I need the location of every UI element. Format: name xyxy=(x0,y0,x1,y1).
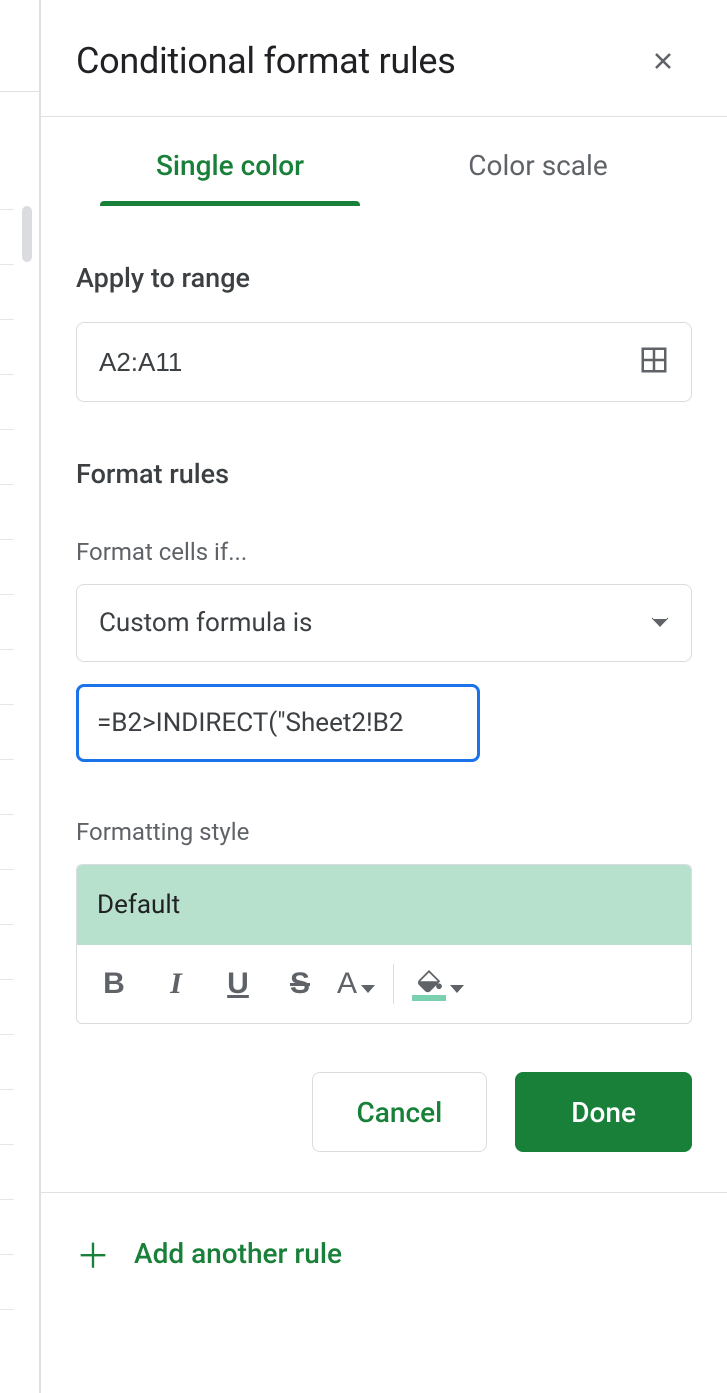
fill-icon xyxy=(414,967,444,993)
plus-icon: ＋ xyxy=(76,1229,110,1278)
done-button[interactable]: Done xyxy=(515,1072,692,1152)
chevron-down-icon xyxy=(651,617,669,629)
style-preview[interactable]: Default xyxy=(77,865,691,945)
panel-title: Conditional format rules xyxy=(76,40,455,82)
underline-button[interactable]: U xyxy=(213,959,263,1009)
formatting-style-box: Default B I U S A xyxy=(76,864,692,1024)
spreadsheet-edge xyxy=(0,0,40,1393)
bold-button[interactable]: B xyxy=(89,959,139,1009)
formatting-toolbar: B I U S A xyxy=(77,945,691,1023)
add-rule-label: Add another rule xyxy=(134,1237,342,1270)
text-color-button[interactable]: A xyxy=(337,967,375,1001)
add-another-rule-button[interactable]: ＋ Add another rule xyxy=(41,1193,727,1314)
fill-color-button[interactable] xyxy=(412,967,464,1001)
cancel-button[interactable]: Cancel xyxy=(312,1072,488,1152)
action-buttons: Cancel Done xyxy=(41,1024,727,1192)
panel-header: Conditional format rules xyxy=(41,0,727,117)
scrollbar-thumb[interactable] xyxy=(22,206,32,262)
italic-button[interactable]: I xyxy=(151,959,201,1009)
close-button[interactable] xyxy=(643,41,683,81)
condition-select[interactable]: Custom formula is xyxy=(76,584,692,662)
caret-down-icon xyxy=(450,985,464,993)
grid-icon xyxy=(639,345,669,375)
tabs: Single color Color scale xyxy=(41,117,727,206)
formatting-style-label: Formatting style xyxy=(76,818,692,846)
strikethrough-button[interactable]: S xyxy=(275,959,325,1009)
range-input[interactable] xyxy=(99,347,639,378)
formula-input[interactable] xyxy=(97,708,459,738)
tab-single-color[interactable]: Single color xyxy=(76,117,384,206)
select-range-button[interactable] xyxy=(639,345,669,379)
style-preview-text: Default xyxy=(97,890,180,920)
toolbar-divider xyxy=(393,964,394,1004)
formula-field[interactable] xyxy=(76,684,480,762)
format-cells-if-label: Format cells if... xyxy=(76,538,692,566)
range-field[interactable] xyxy=(76,322,692,402)
format-rules-label: Format rules xyxy=(76,458,692,490)
tab-color-scale[interactable]: Color scale xyxy=(384,117,692,206)
caret-down-icon xyxy=(361,985,375,993)
apply-to-range-label: Apply to range xyxy=(76,262,692,294)
close-icon xyxy=(649,47,677,75)
condition-selected-text: Custom formula is xyxy=(99,608,312,638)
conditional-format-panel: Conditional format rules Single color Co… xyxy=(40,0,727,1393)
